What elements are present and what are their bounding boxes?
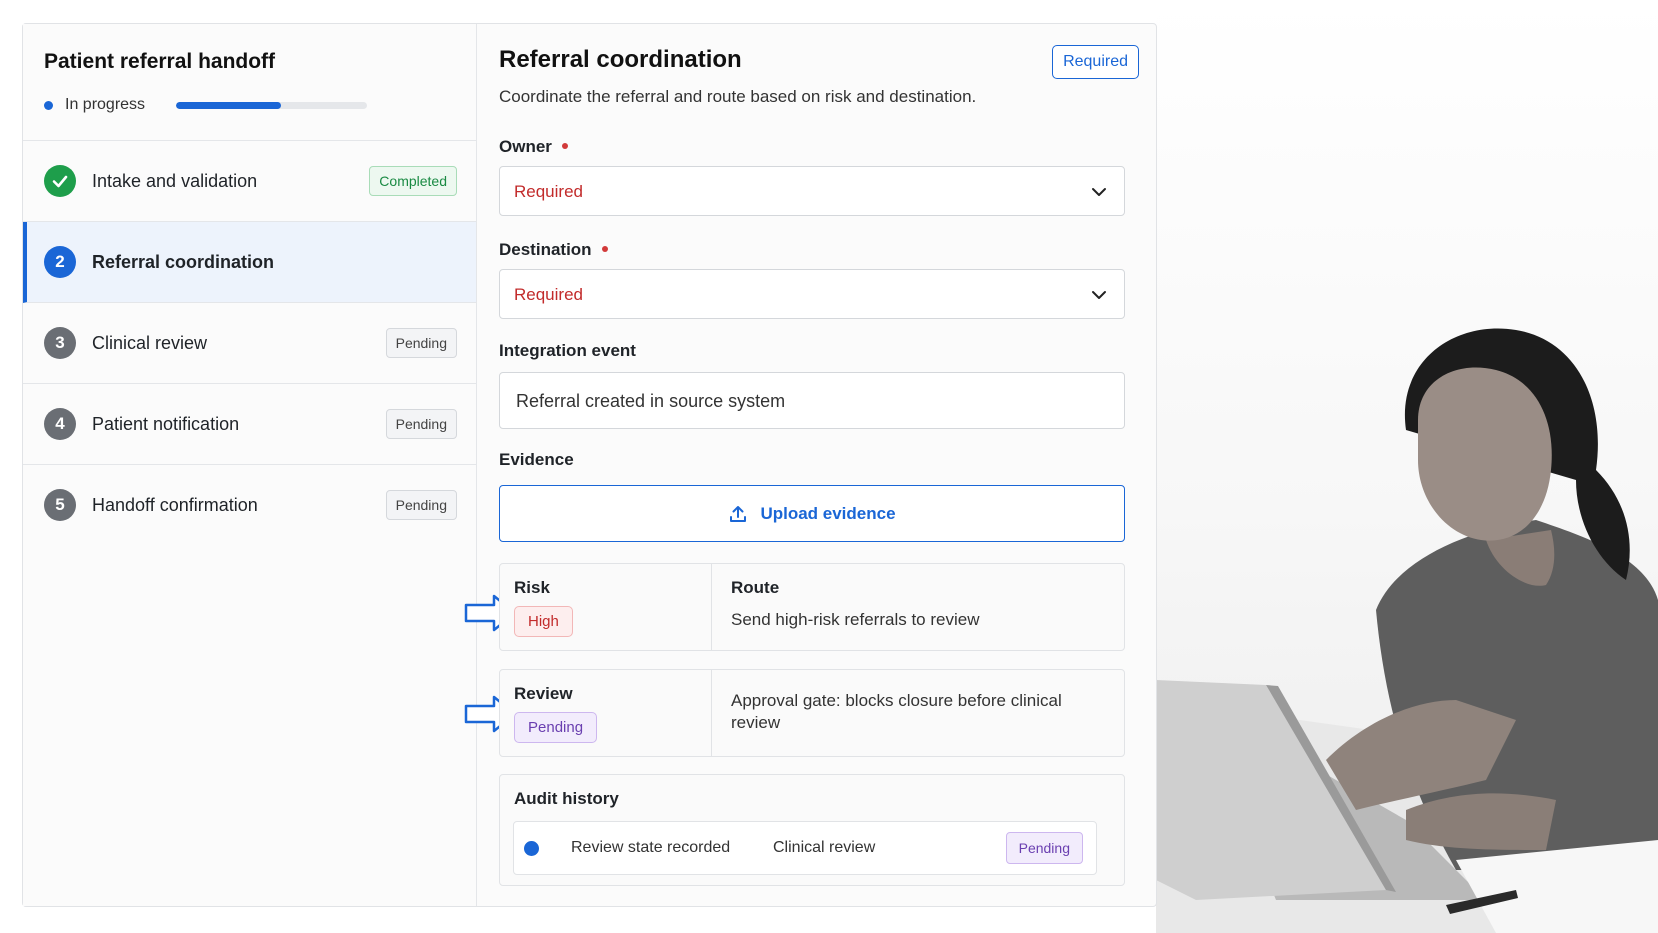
step-label: Patient notification <box>92 413 240 434</box>
page-subtitle: Coordinate the referral and route based … <box>499 87 977 106</box>
status-label: In progress <box>65 96 146 113</box>
risk-label: Risk <box>514 578 550 597</box>
integration-event-field[interactable]: Referral created in source system <box>499 372 1125 429</box>
required-dot-icon <box>561 142 568 149</box>
step-clinical-review[interactable]: 3 Clinical review Pending <box>23 303 476 384</box>
step-label: Handoff confirmation <box>92 494 258 515</box>
audit-dot-icon <box>524 841 539 856</box>
step-label: Intake and validation <box>92 170 258 191</box>
step-referral-coordination[interactable]: 2 Referral coordination <box>23 222 476 303</box>
risk-level-pill: High <box>514 606 573 637</box>
status-badge: Pending <box>385 328 457 358</box>
workflow-progress-bar <box>176 102 367 109</box>
evidence-label: Evidence <box>499 450 574 469</box>
owner-select[interactable]: Required <box>499 166 1125 216</box>
integration-event-value: Referral created in source system <box>516 391 786 411</box>
audit-status-badge: Pending <box>1005 832 1083 864</box>
audit-row[interactable]: Review state recorded Clinical review Pe… <box>513 821 1097 875</box>
workflow-title: Patient referral handoff <box>44 50 276 73</box>
review-status-pill: Pending <box>514 712 598 743</box>
sidebar-header: Patient referral handoff In progress <box>23 24 476 141</box>
step-label: Clinical review <box>92 332 208 353</box>
step-number: 3 <box>44 327 76 359</box>
check-icon <box>44 165 76 197</box>
review-card: Review Pending Approval gate: blocks clo… <box>499 669 1125 757</box>
owner-select-value: Required <box>514 182 583 201</box>
review-label: Review <box>514 684 573 703</box>
route-label: Route <box>731 578 780 597</box>
status-dot-icon <box>44 100 53 110</box>
integration-event-label: Integration event <box>499 341 636 360</box>
chevron-down-icon <box>1092 188 1106 196</box>
step-number: 5 <box>44 489 76 521</box>
step-number: 4 <box>44 408 76 440</box>
destination-select-value: Required <box>514 285 583 304</box>
step-sidebar: Patient referral handoff In progress Int… <box>23 24 477 906</box>
audit-event: Review state recorded <box>571 839 731 856</box>
step-label: Referral coordination <box>92 251 275 272</box>
required-badge: Required <box>1052 45 1139 79</box>
destination-select[interactable]: Required <box>499 269 1125 319</box>
owner-label-text: Owner <box>499 137 552 156</box>
risk-route-card: Risk High Route Send high-risk referrals… <box>499 563 1125 651</box>
main-panel: Referral coordination Required Coordinat… <box>464 24 1139 906</box>
workflow-progress-fill <box>176 102 282 109</box>
audit-history-title: Audit history <box>514 789 619 808</box>
person-photo <box>1156 0 1658 933</box>
status-badge: Pending <box>385 409 457 439</box>
required-dot-icon <box>601 245 608 252</box>
owner-label: Owner <box>499 137 568 157</box>
review-column: Review Pending <box>500 670 712 756</box>
risk-column: Risk High <box>500 564 712 650</box>
referral-app: Patient referral handoff In progress Int… <box>22 23 1157 907</box>
route-text: Send high-risk referrals to review <box>731 610 980 629</box>
audit-stage: Clinical review <box>773 839 876 856</box>
step-patient-notification[interactable]: 4 Patient notification Pending <box>23 384 476 465</box>
upload-evidence-button[interactable]: Upload evidence <box>499 485 1125 542</box>
chevron-down-icon <box>1092 291 1106 299</box>
upload-evidence-label: Upload evidence <box>760 503 896 523</box>
status-badge: Completed <box>369 166 457 196</box>
status-badge: Pending <box>385 490 457 520</box>
destination-label-text: Destination <box>499 240 592 259</box>
page-title: Referral coordination <box>499 46 742 73</box>
destination-label: Destination <box>499 240 608 260</box>
step-intake[interactable]: Intake and validation Completed <box>23 141 476 222</box>
review-gate-text: Approval gate: blocks closure before cli… <box>731 691 1062 732</box>
step-handoff-confirmation[interactable]: 5 Handoff confirmation Pending <box>23 465 476 545</box>
step-number: 2 <box>44 246 76 278</box>
upload-icon <box>730 505 747 522</box>
workflow-status: In progress <box>44 96 145 114</box>
audit-history-card: Audit history Review state recorded Clin… <box>499 774 1125 886</box>
